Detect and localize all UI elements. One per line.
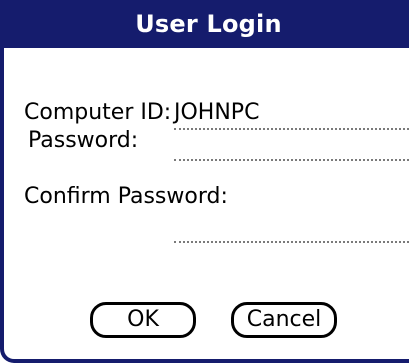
confirm-password-label: Confirm Password: [24, 184, 228, 209]
ok-button[interactable]: OK [90, 302, 196, 338]
computer-id-underline [174, 128, 409, 130]
user-login-dialog: User Login Computer ID: JOHNPC Password:… [0, 0, 409, 363]
cancel-button[interactable]: Cancel [231, 302, 337, 338]
computer-id-value: JOHNPC [174, 100, 260, 125]
computer-id-label: Computer ID: [24, 100, 172, 125]
confirm-password-input[interactable] [174, 214, 409, 240]
password-input[interactable] [174, 132, 409, 158]
dialog-title: User Login [4, 0, 409, 48]
confirm-password-underline [174, 241, 409, 243]
password-underline [174, 159, 409, 161]
password-label: Password: [28, 128, 139, 153]
